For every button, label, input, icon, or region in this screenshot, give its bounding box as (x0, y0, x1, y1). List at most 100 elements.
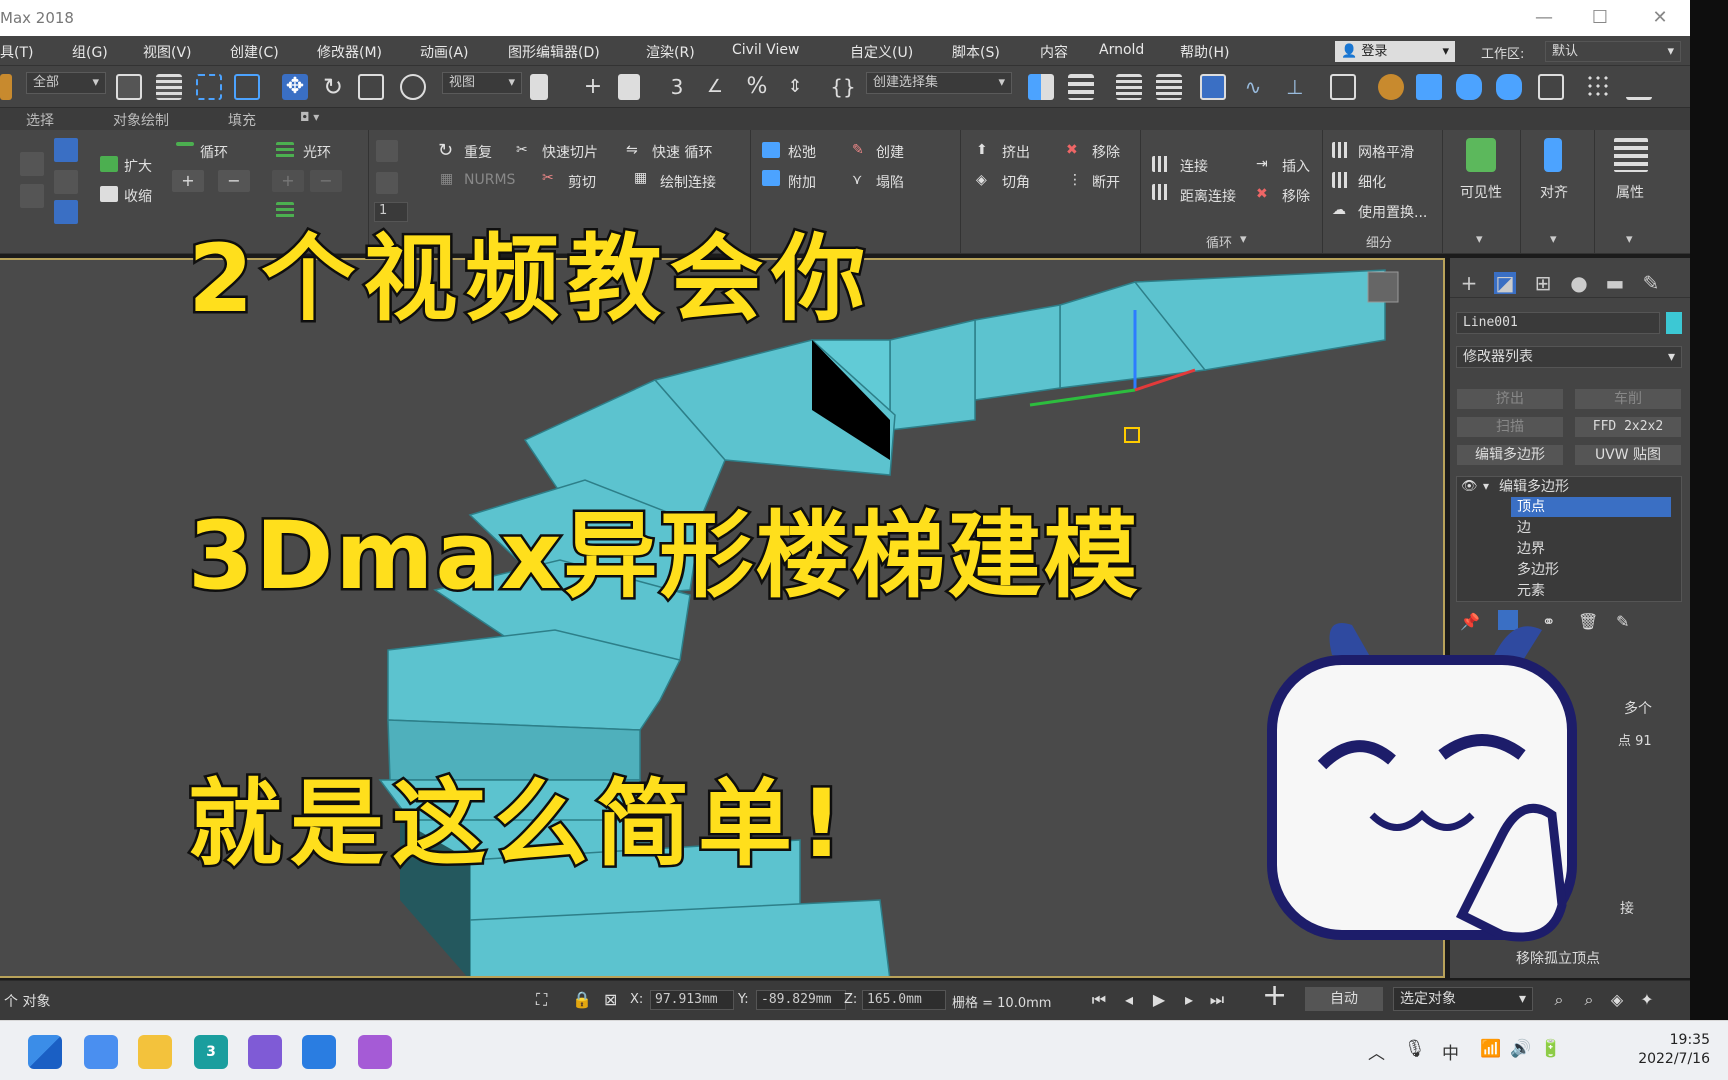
volume-icon[interactable]: 🔊 (1510, 1039, 1531, 1059)
window-crossing-icon[interactable] (234, 74, 260, 100)
zoom-all-icon[interactable]: ⌕ (1578, 989, 1600, 1011)
pivot-icon[interactable] (530, 74, 548, 100)
next-frame-icon[interactable]: ▸ (1178, 989, 1200, 1011)
nurms-button[interactable]: NURMS (464, 172, 515, 188)
object-color-swatch[interactable] (1666, 312, 1682, 334)
menu-civil-view[interactable]: Civil View (732, 42, 799, 58)
mod-ffd-button[interactable]: FFD 2x2x2 (1574, 416, 1682, 438)
ring-button[interactable]: 光环 (303, 142, 331, 162)
go-to-start-icon[interactable]: ⏮ (1088, 989, 1110, 1011)
render-online-icon[interactable] (1538, 74, 1564, 100)
distconnect-button[interactable]: 距离连接 (1180, 186, 1236, 206)
configure-icon[interactable]: ✎ (1616, 612, 1629, 631)
loop-grow-icon[interactable]: + (172, 170, 204, 192)
menu-rendering[interactable]: 渲染(R) (646, 42, 695, 62)
ribbon-toggle-icon[interactable] (1200, 74, 1226, 100)
mod-sweep-button[interactable]: 扫描 (1456, 416, 1564, 438)
remove-loop-button[interactable]: 移除 (1282, 186, 1310, 206)
curve-editor-icon[interactable]: ∿ (1240, 74, 1266, 100)
hierarchy-tab-icon[interactable]: ⊞ (1532, 272, 1554, 294)
chevron-down-icon[interactable]: ▾ (1483, 479, 1489, 493)
relax-button[interactable]: 松弛 (788, 142, 816, 162)
lock-icon[interactable]: 🔒 (572, 990, 592, 1009)
chevron-up-icon[interactable]: ︿ (1368, 1039, 1385, 1064)
remove-button[interactable]: 移除 (1092, 142, 1120, 162)
visibility-button[interactable]: 可见性 (1460, 182, 1502, 202)
mod-lathe-button[interactable]: 车削 (1574, 388, 1682, 410)
absolute-mode-icon[interactable]: ⊠ (604, 990, 617, 1009)
create-button[interactable]: 创建 (876, 142, 904, 162)
menu-help[interactable]: 帮助(H) (1180, 42, 1229, 62)
workspace-dropdown[interactable]: 默认 ▾ (1545, 41, 1681, 62)
object-name-field[interactable]: Line001 (1456, 312, 1660, 334)
angle-snap-icon[interactable]: ∠ (702, 74, 728, 100)
grow-button[interactable]: 扩大 (124, 156, 152, 176)
usedisplace-button[interactable]: 使用置换... (1358, 202, 1427, 222)
menu-graph-editors[interactable]: 图形编辑器(D) (508, 42, 600, 62)
collapse-button[interactable]: 塌陷 (876, 172, 904, 192)
chevron-down-icon[interactable]: ▾ (1626, 232, 1633, 247)
gizmo-y-axis[interactable] (1029, 388, 1136, 407)
stack-root-item[interactable]: 编辑多边形 (1499, 477, 1569, 497)
battery-icon[interactable]: 🔋 (1540, 1039, 1561, 1059)
orbit-icon[interactable]: ✦ (1636, 989, 1658, 1011)
break-button[interactable]: 断开 (1092, 172, 1120, 192)
attach-button[interactable]: 附加 (788, 172, 816, 192)
isolate-icon[interactable]: ⛶ (536, 990, 547, 1010)
smooth-icon[interactable] (376, 172, 398, 194)
menu-tools[interactable]: 具(T) (0, 42, 33, 62)
extrude-button[interactable]: 挤出 (1002, 142, 1030, 162)
render-setup-icon[interactable] (1378, 74, 1404, 100)
preview-selection-icon[interactable] (376, 140, 398, 162)
viewcube-icon[interactable] (1367, 271, 1399, 303)
render-iterative-icon[interactable] (1496, 74, 1522, 100)
chevron-down-icon[interactable]: ▾ (1550, 232, 1557, 247)
tab-object-paint[interactable]: 对象绘制 (113, 110, 169, 130)
clock[interactable]: 19:35 2022/7/16 (1638, 1031, 1710, 1069)
swiftloop-button[interactable]: 快速 循环 (652, 142, 712, 162)
key-filter-dropdown[interactable]: 选定对象 ▾ (1393, 987, 1533, 1011)
app-icon[interactable] (84, 1035, 118, 1069)
wifi-icon[interactable]: 📶 (1480, 1039, 1501, 1059)
rect-selection-icon[interactable] (196, 74, 222, 100)
go-to-end-icon[interactable]: ⏭ (1206, 989, 1228, 1011)
quickslice-button[interactable]: 快速切片 (542, 142, 598, 162)
properties-button[interactable]: 属性 (1616, 182, 1644, 202)
meshsmooth-button[interactable]: 网格平滑 (1358, 142, 1414, 162)
connect-button[interactable]: 连接 (1180, 156, 1208, 176)
paintconnect-button[interactable]: 绘制连接 (660, 172, 716, 192)
named-selection-dropdown[interactable]: 创建选择集 ▾ (866, 72, 1012, 94)
stack-item-border[interactable]: 边界 (1517, 539, 1545, 559)
ime-indicator[interactable]: 中 (1442, 1039, 1459, 1064)
ring-grow-icon[interactable]: + (272, 170, 304, 192)
loop-shrink-icon[interactable]: − (218, 170, 250, 192)
select-object-icon[interactable] (116, 74, 142, 100)
paint-icon[interactable] (358, 1035, 392, 1069)
edit-named-selection-icon[interactable]: {} (830, 74, 856, 100)
y-coordinate-field[interactable]: -89.829mm (756, 990, 846, 1010)
tab-select[interactable]: 选择 (26, 110, 54, 130)
stack-item-polygon[interactable]: 多边形 (1517, 560, 1559, 580)
render-icon[interactable] (1456, 74, 1482, 100)
z-coordinate-field[interactable]: 165.0mm (862, 990, 946, 1010)
close-button[interactable]: ✕ (1642, 6, 1678, 30)
zoom-icon[interactable]: ⌕ (1548, 989, 1570, 1011)
align-button[interactable]: 对齐 (1540, 182, 1568, 202)
motion-tab-icon[interactable]: ● (1568, 272, 1590, 294)
zoom-extents-icon[interactable]: ◈ (1606, 989, 1628, 1011)
microphone-icon[interactable]: 🎙 (1404, 1039, 1426, 1059)
select-manipulate-icon[interactable]: + (580, 74, 606, 100)
snap-3d-icon[interactable]: 3 (664, 74, 690, 100)
grid-snap-icon[interactable] (1586, 74, 1612, 100)
maximize-button[interactable]: ☐ (1582, 6, 1618, 30)
mod-editpoly-button[interactable]: 编辑多边形 (1456, 444, 1564, 466)
stack-item-edge[interactable]: 边 (1517, 518, 1531, 538)
menu-arnold[interactable]: Arnold (1099, 42, 1144, 58)
ruler-icon[interactable] (1626, 74, 1652, 100)
place-icon[interactable] (400, 74, 426, 100)
media-icon[interactable] (248, 1035, 282, 1069)
rendered-frame-icon[interactable] (1416, 74, 1442, 100)
insert-button[interactable]: 插入 (1282, 156, 1310, 176)
schematic-view-icon[interactable]: ⊥ (1282, 74, 1308, 100)
pin-icon[interactable] (20, 184, 44, 208)
